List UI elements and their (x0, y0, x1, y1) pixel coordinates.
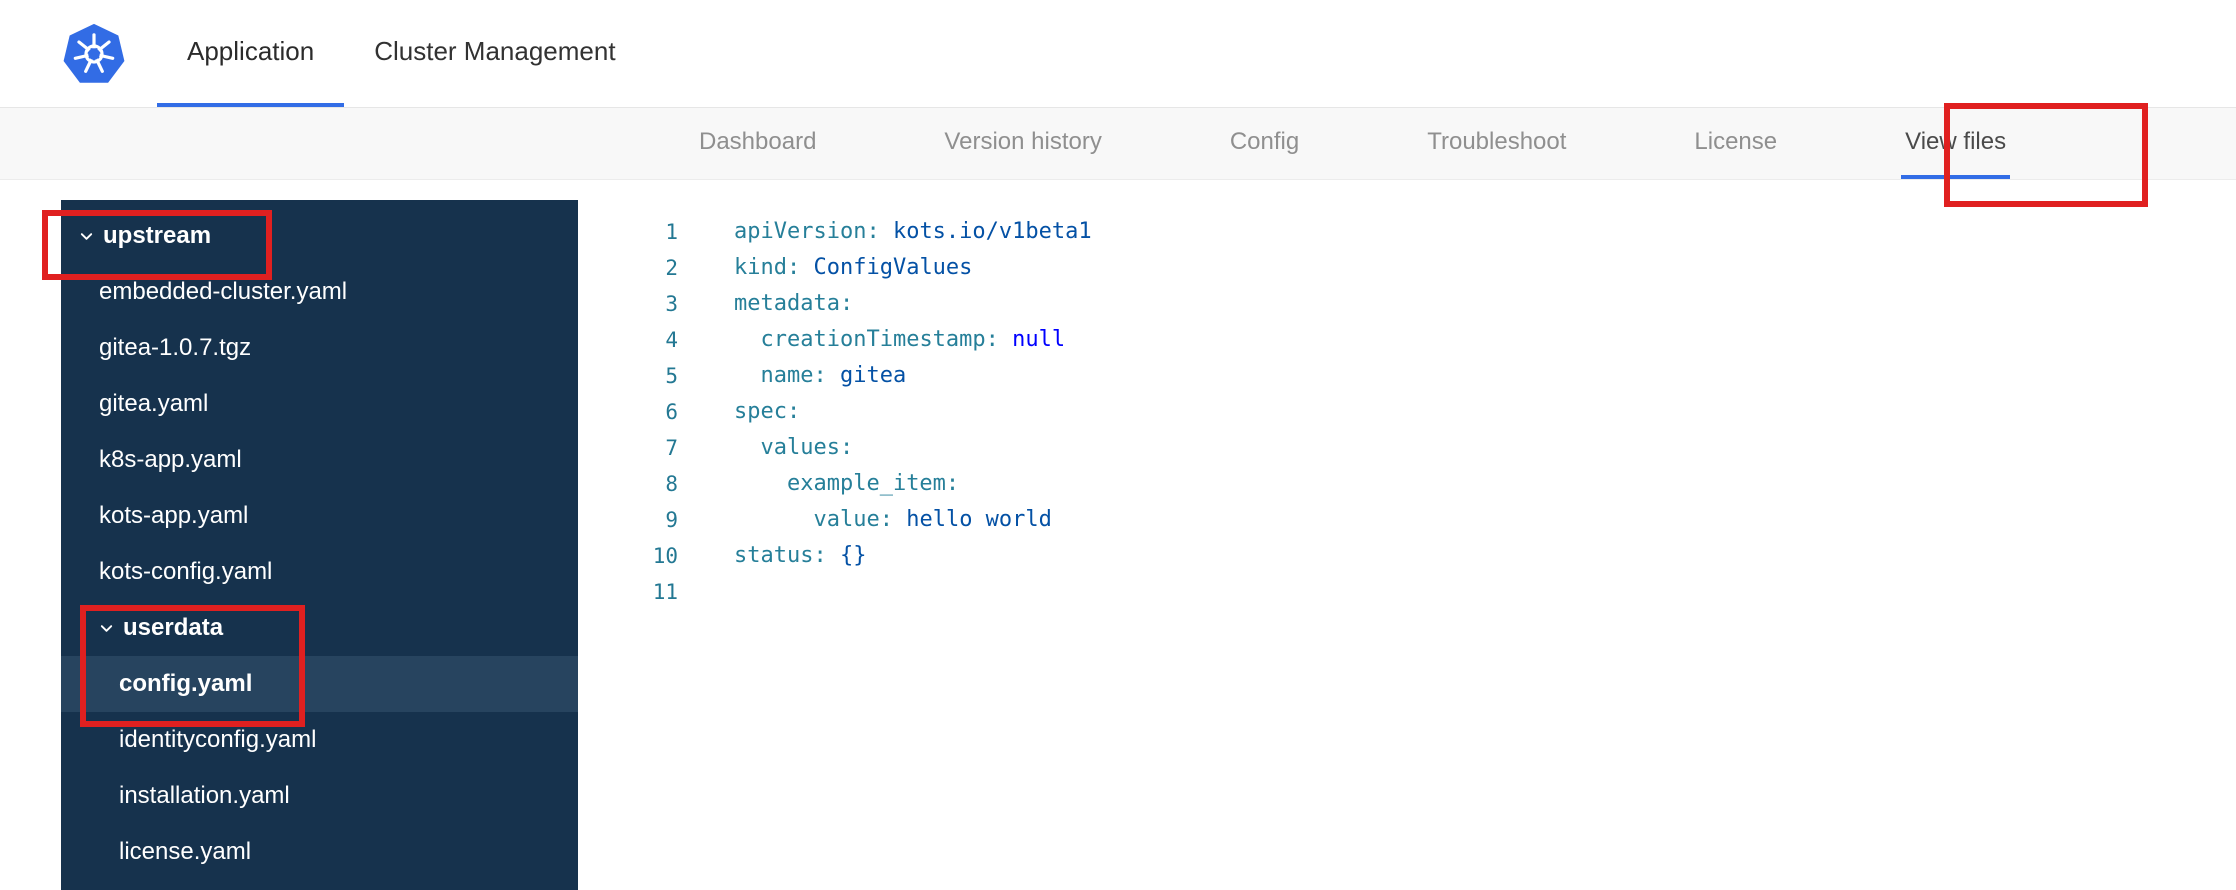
code-line-9[interactable]: 9 value: hello world (578, 502, 2236, 538)
code-text: spec: (734, 399, 801, 424)
line-number: 5 (665, 364, 678, 388)
tree-label: kots-config.yaml (99, 558, 273, 585)
line-number: 4 (665, 328, 678, 352)
line-number: 11 (652, 580, 678, 604)
code-text: apiVersion: kots.io/v1beta1 (734, 219, 1092, 244)
tree-label: gitea-1.0.7.tgz (99, 334, 252, 361)
code-text: name: gitea (760, 363, 907, 388)
subnav-tab-license[interactable]: License (1690, 108, 1781, 179)
code-line-11[interactable]: 11 (578, 574, 2236, 610)
tree-label: gitea.yaml (99, 390, 209, 417)
tree-file-config-yaml[interactable]: config.yaml (61, 656, 578, 712)
chevron-down-icon (80, 232, 93, 240)
tree-file-gitea-yaml[interactable]: gitea.yaml (61, 376, 578, 432)
code-text: example_item: (786, 471, 960, 496)
topnav-tab-cluster-management[interactable]: Cluster Management (344, 0, 645, 107)
top-navbar: Application Cluster Management (0, 0, 2236, 108)
code-line-4[interactable]: 4 creationTimestamp: null (578, 322, 2236, 358)
code-editor[interactable]: 1 apiVersion: kots.io/v1beta1 2 kind: Confi… (578, 180, 2236, 890)
tree-file-k8s-app-yaml[interactable]: k8s-app.yaml (61, 432, 578, 488)
tree-label: userdata (123, 614, 224, 641)
tree-label: embedded-cluster.yaml (99, 278, 348, 305)
tree-file-embedded-cluster-yaml[interactable]: embedded-cluster.yaml (61, 264, 578, 320)
tree-folder-userdata[interactable]: userdata (61, 600, 578, 656)
code-line-6[interactable]: 6 spec: (578, 394, 2236, 430)
line-number: 9 (665, 508, 678, 532)
subnav-tabs: Dashboard Version history Config Troublesho… (635, 108, 2070, 179)
code-lines: 1 apiVersion: kots.io/v1beta1 2 kind: Confi… (578, 214, 2236, 610)
subnav-tab-version-history[interactable]: Version history (940, 108, 1105, 179)
subnav-tab-troubleshoot[interactable]: Troubleshoot (1423, 108, 1570, 179)
line-number: 7 (665, 436, 678, 460)
tree-file-installation-yaml[interactable]: installation.yaml (61, 768, 578, 824)
kubernetes-helm-wheel-icon (63, 23, 125, 83)
tree-file-identityconfig-yaml[interactable]: identityconfig.yaml (61, 712, 578, 768)
code-line-10[interactable]: 10 status: {} (578, 538, 2236, 574)
tree-file-kots-config-yaml[interactable]: kots-config.yaml (61, 544, 578, 600)
topnav-tabs: Application Cluster Management (157, 0, 646, 107)
code-line-7[interactable]: 7 values: (578, 430, 2236, 466)
app-subnav: Dashboard Version history Config Troublesho… (0, 108, 2236, 180)
subnav-tab-dashboard[interactable]: Dashboard (695, 108, 820, 179)
line-number: 3 (665, 292, 678, 316)
code-line-1[interactable]: 1 apiVersion: kots.io/v1beta1 (578, 214, 2236, 250)
file-tree-sidebar: upstream embedded-cluster.yaml gitea-1.0.7… (61, 200, 578, 890)
code-line-8[interactable]: 8 example_item: (578, 466, 2236, 502)
line-number: 8 (665, 472, 678, 496)
line-number: 1 (665, 220, 678, 244)
line-number: 6 (665, 400, 678, 424)
code-text: status: {} (734, 543, 867, 568)
tree-file-kots-app-yaml[interactable]: kots-app.yaml (61, 488, 578, 544)
line-number: 10 (652, 544, 678, 568)
code-text: metadata: (734, 291, 854, 316)
kubernetes-logo-icon[interactable] (62, 0, 126, 107)
line-number: 2 (665, 256, 678, 280)
tree-label: k8s-app.yaml (99, 446, 242, 473)
file-tree: upstream embedded-cluster.yaml gitea-1.0.7… (61, 208, 578, 880)
tree-label: license.yaml (119, 838, 252, 865)
tree-label: installation.yaml (119, 782, 290, 809)
main-content: upstream embedded-cluster.yaml gitea-1.0.7… (0, 180, 2236, 890)
tree-file-gitea-1-0-7-tgz[interactable]: gitea-1.0.7.tgz (61, 320, 578, 376)
subnav-tab-view-files[interactable]: View files (1901, 108, 2011, 179)
tree-label: kots-app.yaml (99, 502, 249, 529)
topnav-tab-application[interactable]: Application (157, 0, 345, 107)
tree-label: config.yaml (119, 670, 253, 697)
code-text: value: hello world (813, 507, 1052, 532)
tree-file-license-yaml[interactable]: license.yaml (61, 824, 578, 880)
code-text: creationTimestamp: null (760, 327, 1066, 352)
code-line-5[interactable]: 5 name: gitea (578, 358, 2236, 394)
code-line-2[interactable]: 2 kind: ConfigValues (578, 250, 2236, 286)
subnav-tab-config[interactable]: Config (1226, 108, 1303, 179)
kots-admin-console: Application Cluster Management Dashboard V… (0, 0, 2236, 890)
chevron-down-icon (100, 624, 113, 632)
code-text: kind: ConfigValues (734, 255, 973, 280)
tree-label: identityconfig.yaml (119, 726, 317, 753)
tree-folder-upstream[interactable]: upstream (61, 208, 578, 264)
code-text: values: (760, 435, 854, 460)
tree-label: upstream (103, 222, 212, 249)
code-line-3[interactable]: 3 metadata: (578, 286, 2236, 322)
